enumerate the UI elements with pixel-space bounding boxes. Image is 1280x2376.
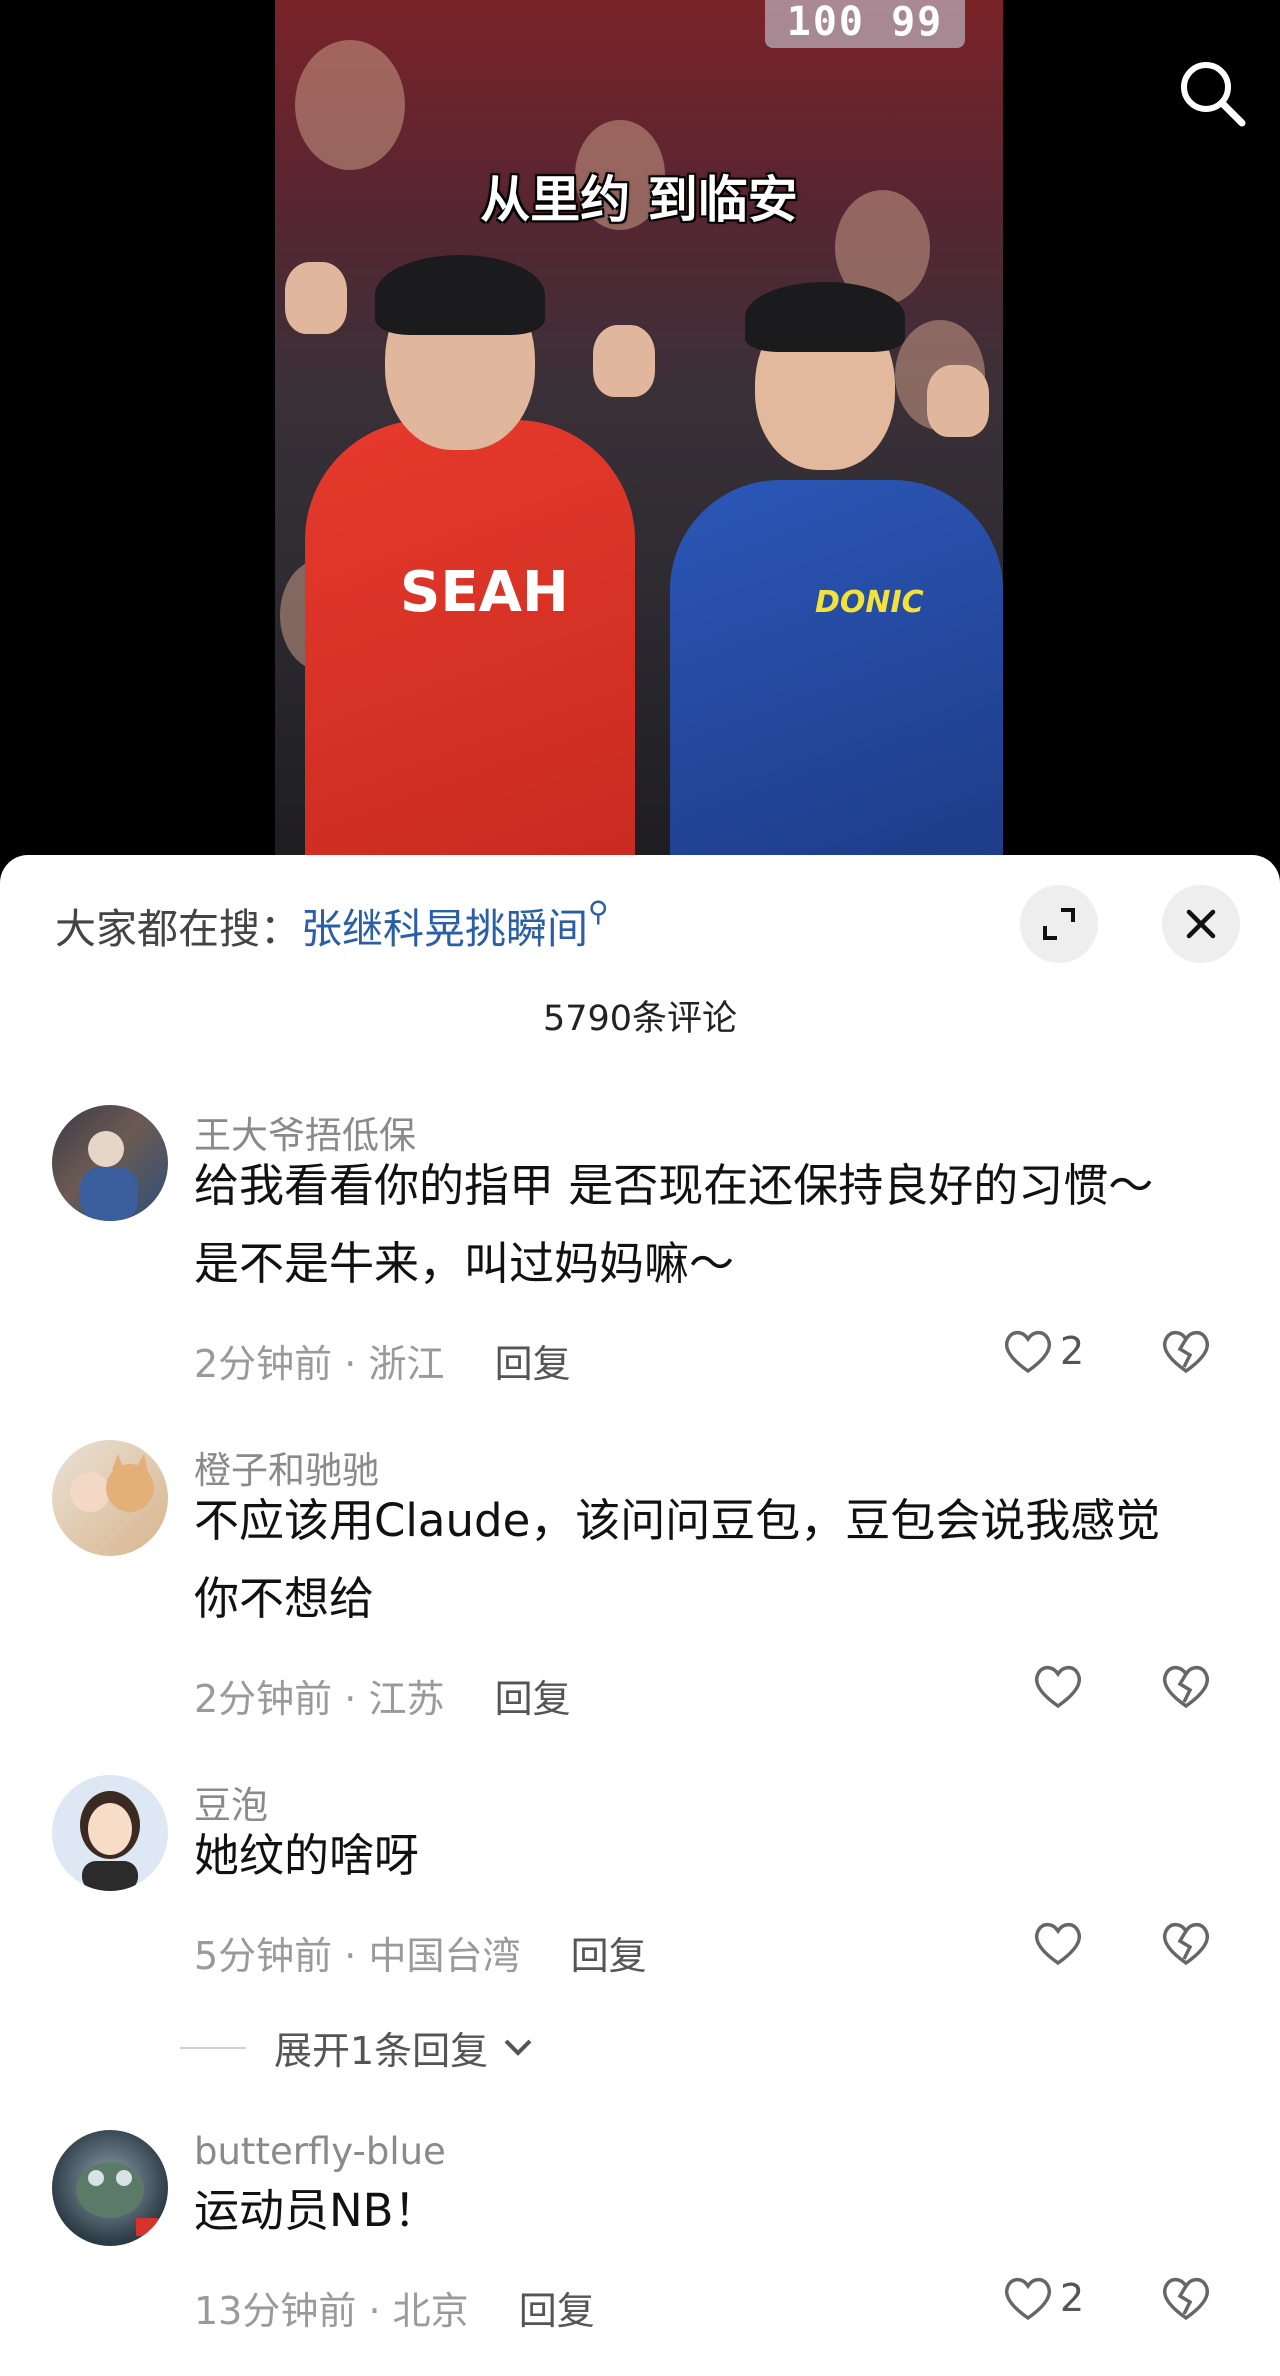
divider-line [180,2046,246,2049]
dislike-button[interactable] [1160,1919,1212,1971]
comment-meta: 2分钟前 · 江苏 回复 [194,1668,571,1723]
comment-username[interactable]: butterfly-blue [194,2130,446,2173]
player-blue-hair [745,282,905,352]
dislike-button[interactable] [1160,2274,1212,2326]
jersey-text-blue: DONIC [815,585,924,620]
raised-fist [593,325,655,397]
broken-heart-icon [1162,1665,1210,1709]
chevron-down-icon [504,2039,532,2056]
comment-time: 13分钟前 [194,2289,357,2333]
reply-button[interactable]: 回复 [495,1677,571,1721]
comment-text-line: 是不是牛来，叫过妈妈嘛～ [194,1237,735,1290]
player-blue-shirt [670,480,1003,870]
comment-meta: 13分钟前 · 北京 回复 [194,2280,595,2335]
heart-icon [1034,1922,1082,1966]
close-icon[interactable] [1162,885,1240,963]
comment-location: 江苏 [368,1677,445,1721]
video-frame[interactable]: 100 99 从里约 到临安 SEAH DONIC [275,0,1003,870]
comment-location: 浙江 [368,1342,445,1386]
comment-count: 5790条评论 [542,999,738,1039]
reply-button[interactable]: 回复 [571,1934,647,1978]
like-button[interactable] [1032,1919,1090,1967]
broken-heart-icon [1162,1330,1210,1374]
expand-replies-button[interactable]: 展开1条回复 [180,2020,538,2075]
player-red-hair [375,255,545,335]
meta-separator: · [344,1934,357,1978]
comment-location: 中国台湾 [368,1934,521,1978]
like-button[interactable]: 2 [1002,1327,1084,1375]
raised-fist [285,262,347,334]
comment-text-line: 运动员NB！ [194,2184,439,2237]
avatar[interactable] [52,1440,168,1556]
comment-location: 北京 [392,2289,469,2333]
dislike-button[interactable] [1160,1327,1212,1379]
comment-meta: 2分钟前 · 浙江 回复 [194,1333,571,1388]
comment-text-line: 给我看看你的指甲 是否现在还保持良好的习惯～ [194,1159,1154,1212]
like-button[interactable]: 2 [1002,2274,1084,2322]
comment-text: 她纹的啥呀 [194,1817,1234,1895]
video-caption: 从里约 到临安 [480,171,798,229]
comment-sheet: 大家都在搜：张继科晃挑瞬间⚲ 5790条评论 王大爷捂低保 给我看看你的指甲 是… [0,855,1280,2376]
like-count: 2 [1060,2276,1085,2320]
reply-button[interactable]: 回复 [519,2289,595,2333]
reply-button[interactable]: 回复 [495,1342,571,1386]
comment-time: 2分钟前 [194,1677,333,1721]
hot-search-bar[interactable]: 大家都在搜：张继科晃挑瞬间⚲ [55,895,609,955]
comment-time: 2分钟前 [194,1342,333,1386]
avatar[interactable] [52,1775,168,1891]
avatar[interactable] [52,2130,168,2246]
comment-text: 不应该用Claude，该问问豆包，豆包会说我感觉 你不想给 [194,1482,1234,1638]
broken-heart-icon [1162,2277,1210,2321]
raised-fist [927,365,989,437]
comment-text: 给我看看你的指甲 是否现在还保持良好的习惯～ 是不是牛来，叫过妈妈嘛～ [194,1147,1234,1303]
comment-text-line: 不应该用Claude，该问问豆包，豆包会说我感觉 [194,1494,1161,1547]
search-icon[interactable] [1174,55,1250,131]
comment-time: 5分钟前 [194,1934,333,1978]
player-red-shirt [305,420,635,870]
expand-icon[interactable] [1020,885,1098,963]
meta-separator: · [368,2289,381,2333]
expand-replies-label: 展开1条回复 [274,2029,489,2073]
comment-text-line: 你不想给 [194,1572,375,1625]
heart-icon [1004,2277,1052,2321]
comment-text: 运动员NB！ [194,2172,1234,2250]
scoreboard: 100 99 [765,0,965,48]
broken-heart-icon [1162,1922,1210,1966]
video-player[interactable]: 100 99 从里约 到临安 SEAH DONIC [0,0,1280,880]
hot-search-term[interactable]: 张继科晃挑瞬间 [301,905,588,953]
comment-text-line: 她纹的啥呀 [194,1829,420,1882]
jersey-text-red: SEAH [400,560,569,625]
hot-search-label: 大家都在搜： [55,905,301,953]
comment-meta: 5分钟前 · 中国台湾 回复 [194,1925,647,1980]
search-small-icon: ⚲ [588,895,609,928]
like-button[interactable] [1032,1662,1090,1710]
like-count: 2 [1060,1329,1085,1373]
meta-separator: · [344,1677,357,1721]
heart-icon [1034,1665,1082,1709]
dislike-button[interactable] [1160,1662,1212,1714]
meta-separator: · [344,1342,357,1386]
avatar[interactable] [52,1105,168,1221]
heart-icon [1004,1330,1052,1374]
